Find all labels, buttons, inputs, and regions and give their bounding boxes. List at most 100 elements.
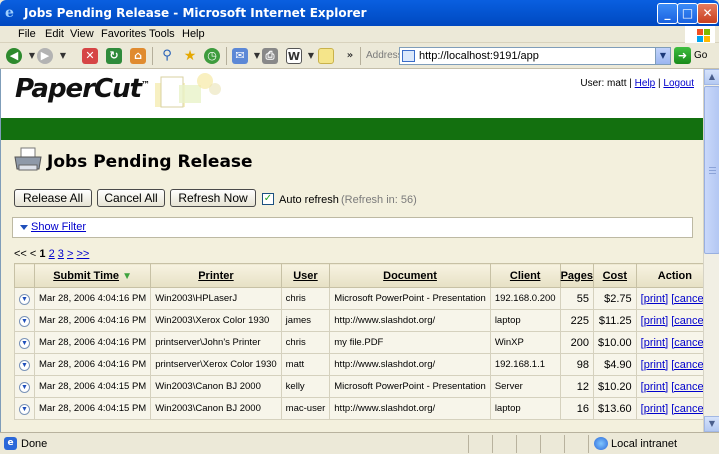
page-icon	[402, 50, 415, 62]
close-button[interactable]: ✕	[697, 3, 718, 24]
print-link[interactable]: [print]	[641, 293, 669, 305]
address-url[interactable]: http://localhost:9191/app	[419, 50, 539, 62]
print-link[interactable]: [print]	[641, 359, 669, 371]
row-expand-icon: ▼	[14, 287, 35, 310]
cell-client: laptop	[489, 309, 561, 332]
action-header: Action	[635, 263, 703, 288]
scroll-down-icon[interactable]: ▼	[704, 416, 719, 432]
table-row: ▼ Mar 28, 2006 4:04:16 PM Win2003\Xerox Co…	[14, 309, 703, 332]
cell-pages: 16	[559, 397, 595, 420]
print-link[interactable]: [print]	[641, 337, 669, 349]
stop-icon[interactable]: ✕	[82, 48, 98, 64]
menu-edit[interactable]: Edit	[45, 28, 64, 40]
menu-favorites[interactable]: Favorites	[101, 28, 146, 40]
papercut-logo-art-icon	[155, 73, 221, 108]
pager-last[interactable]: >>	[76, 248, 89, 260]
pager-page-3[interactable]: 3	[58, 248, 64, 260]
user-header[interactable]: User	[280, 263, 331, 288]
page-title: Jobs Pending Release	[47, 152, 253, 172]
filter-panel: Show Filter	[12, 217, 693, 238]
go-arrow-icon[interactable]: ➜	[674, 47, 691, 64]
submit-time-header[interactable]: Submit Time ▼	[33, 263, 152, 288]
menu-help[interactable]: Help	[182, 28, 205, 40]
toolbar-chevron-icon[interactable]: »	[342, 48, 358, 64]
print-link[interactable]: [print]	[641, 315, 669, 327]
logout-link[interactable]: Logout	[663, 78, 694, 89]
favorites-star-icon[interactable]: ★	[182, 48, 198, 64]
expand-row-icon[interactable]: ▼	[19, 381, 30, 393]
cell-cost: $10.20	[593, 375, 637, 398]
forward-icon[interactable]: ▶	[37, 48, 53, 64]
show-filter-link[interactable]: Show Filter	[31, 221, 86, 233]
history-icon[interactable]: ◷	[204, 48, 220, 64]
cancel-all-button[interactable]: Cancel All	[97, 189, 165, 207]
expand-row-icon[interactable]: ▼	[19, 315, 30, 327]
cancel-link[interactable]: [cancel]	[671, 337, 703, 349]
refresh-now-button[interactable]: Refresh Now	[170, 189, 256, 207]
discuss-icon[interactable]	[318, 48, 334, 64]
expand-row-icon[interactable]: ▼	[19, 403, 30, 415]
cell-submit-time: Mar 28, 2006 4:04:16 PM	[33, 353, 152, 376]
cancel-link[interactable]: [cancel]	[671, 293, 703, 305]
cell-cost: $13.60	[593, 397, 637, 420]
back-icon[interactable]: ◀	[6, 48, 22, 64]
pager-next[interactable]: >	[67, 248, 73, 260]
menu-view[interactable]: View	[70, 28, 94, 40]
print-icon[interactable]: ⎙	[262, 48, 278, 64]
cancel-link[interactable]: [cancel]	[671, 403, 703, 415]
vertical-scrollbar[interactable]: ▲ ▼	[703, 69, 719, 432]
cost-header[interactable]: Cost	[593, 263, 637, 288]
client-header[interactable]: Client	[489, 263, 561, 288]
cell-user: chris	[280, 331, 331, 354]
cell-submit-time: Mar 28, 2006 4:04:15 PM	[33, 397, 152, 420]
edit-word-icon[interactable]: W	[286, 48, 302, 64]
pager-page-2[interactable]: 2	[49, 248, 55, 260]
release-all-button[interactable]: Release All	[14, 189, 92, 207]
cancel-link[interactable]: [cancel]	[671, 359, 703, 371]
user-bar: User: matt | Help | Logout	[580, 78, 694, 89]
address-bar[interactable]: http://localhost:9191/app ▼	[399, 47, 671, 65]
user-bar-separator: |	[658, 78, 661, 89]
scroll-up-icon[interactable]: ▲	[704, 69, 719, 85]
minimize-button[interactable]: _	[657, 3, 678, 24]
cancel-link[interactable]: [cancel]	[671, 381, 703, 393]
cell-pages: 98	[559, 353, 595, 376]
help-link[interactable]: Help	[635, 78, 656, 89]
go-button[interactable]: Go	[694, 50, 707, 61]
status-divider	[516, 435, 517, 453]
address-dropdown-icon[interactable]: ▼	[655, 48, 670, 64]
cell-client: 192.168.1.1	[489, 353, 561, 376]
windows-flag-icon	[685, 26, 715, 43]
cell-document: http://www.slashdot.org/	[329, 353, 491, 376]
menu-tools[interactable]: Tools	[149, 28, 175, 40]
intranet-zone-icon	[594, 437, 608, 450]
document-header[interactable]: Document	[329, 263, 491, 288]
print-link[interactable]: [print]	[641, 381, 669, 393]
forward-dropdown-icon[interactable]: ▼	[55, 48, 71, 64]
cancel-link[interactable]: [cancel]	[671, 315, 703, 327]
expand-row-icon[interactable]: ▼	[19, 337, 30, 349]
auto-refresh-label: Auto refresh	[279, 194, 339, 206]
expand-row-icon[interactable]: ▼	[19, 359, 30, 371]
edit-dropdown-icon[interactable]: ▼	[303, 48, 319, 64]
expand-triangle-icon[interactable]	[20, 225, 28, 230]
search-icon[interactable]: ⚲	[159, 48, 175, 64]
cell-client: Server	[489, 375, 561, 398]
menu-file[interactable]: File	[18, 28, 36, 40]
scroll-thumb[interactable]	[704, 86, 719, 254]
table-header-row: Submit Time ▼ Printer User Document Clie…	[14, 263, 703, 288]
maximize-button[interactable]: □	[677, 3, 698, 24]
cell-printer: Win2003\HPLaserJ	[150, 287, 282, 310]
status-divider	[540, 435, 541, 453]
mail-icon[interactable]: ✉	[232, 48, 248, 64]
jobs-table: Submit Time ▼ Printer User Document Clie…	[14, 263, 703, 420]
refresh-icon[interactable]: ↻	[106, 48, 122, 64]
cell-document: http://www.slashdot.org/	[329, 397, 491, 420]
print-link[interactable]: [print]	[641, 403, 669, 415]
expand-row-icon[interactable]: ▼	[19, 293, 30, 305]
home-icon[interactable]: ⌂	[130, 48, 146, 64]
printer-header[interactable]: Printer	[150, 263, 282, 288]
pages-header[interactable]: Pages	[559, 263, 595, 288]
cell-pages: 225	[559, 309, 595, 332]
auto-refresh-checkbox[interactable]: ✓	[262, 193, 274, 205]
